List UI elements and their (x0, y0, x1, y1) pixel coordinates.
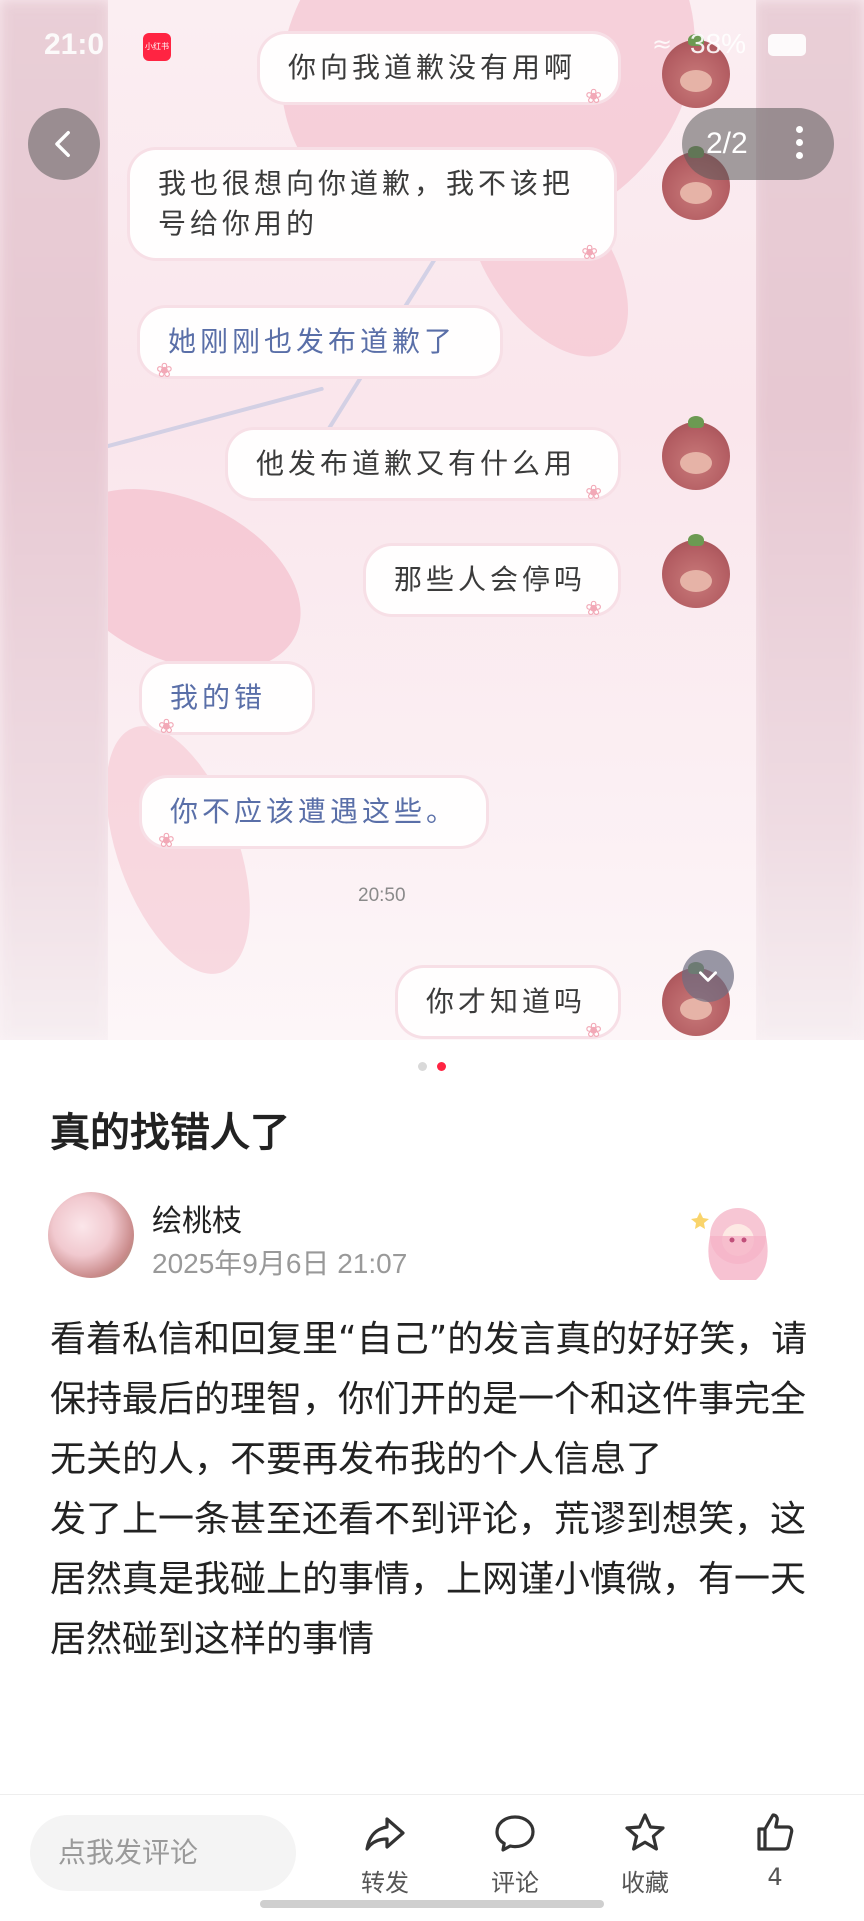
post-body: 看着私信和回复里“自己”的发言真的好好笑，请保持最后的理智，你们开的是一个和这件… (50, 1310, 830, 1670)
app-notification-icon: 小红书 (143, 33, 171, 61)
chat-screenshot-image: 你向我道歉没有用啊 我也很想向你道歉，我不该把号给你用的 她刚刚也发布道歉了 他… (108, 0, 756, 1040)
post-date: 2025年9月6日 21:07 (152, 1248, 408, 1279)
thumbs-up-icon (757, 1813, 794, 1851)
like-button[interactable]: 4 (730, 1809, 820, 1891)
star-icon (625, 1813, 665, 1851)
chat-bubble-received: 我的错 (142, 664, 312, 746)
home-indicator[interactable] (260, 1900, 604, 1908)
status-bar: 21:0 小红书 ≈ 38% (0, 0, 864, 90)
chat-timestamp: 20:50 (358, 885, 406, 906)
chat-message-text: 你不应该遭遇这些。 (170, 795, 459, 828)
wifi-icon: ≈ (652, 30, 673, 58)
battery-icon (768, 34, 806, 56)
chat-message-text: 他发布道歉又有什么用 (256, 447, 577, 480)
chat-bubble-sent: 我也很想向你道歉，我不该把号给你用的 (130, 150, 614, 272)
post-title: 真的找错人了 (50, 1110, 290, 1156)
chevron-down-icon (699, 971, 717, 982)
comment-input[interactable]: 点我发评论 (30, 1815, 296, 1891)
bear-avatar-icon (662, 416, 730, 490)
carousel-dots (0, 1062, 864, 1071)
chat-bubble-received: 她刚刚也发布道歉了 (140, 308, 500, 390)
chat-message-text: 我的错 (170, 681, 267, 714)
anime-girl-sticker-icon (691, 1208, 768, 1280)
like-count: 4 (767, 1863, 783, 1891)
author-name[interactable]: 绘桃枝 (152, 1196, 242, 1240)
back-button[interactable] (28, 108, 100, 180)
share-button[interactable]: 转发 (340, 1809, 430, 1898)
status-time: 21:0 (44, 28, 105, 61)
post-paragraph: 看着私信和回复里“自己”的发言真的好好笑，请保持最后的理智，你们开的是一个和这件… (50, 1319, 808, 1480)
share-label: 转发 (361, 1869, 409, 1897)
image-counter: 2/2 (706, 127, 748, 160)
bear-avatar-icon (662, 534, 730, 608)
chat-message-text: 那些人会停吗 (394, 563, 587, 596)
chat-message-text: 她刚刚也发布道歉了 (168, 325, 457, 358)
collect-label: 收藏 (621, 1869, 669, 1897)
chat-bubble-sent: 那些人会停吗 (366, 546, 618, 628)
chat-message-text: 你才知道吗 (426, 985, 587, 1018)
chat-bubble-sent: 他发布道歉又有什么用 (228, 430, 618, 512)
scroll-down-button[interactable] (682, 950, 734, 1002)
collect-button[interactable]: 收藏 (600, 1809, 690, 1898)
carousel-dot-active[interactable] (437, 1062, 446, 1071)
battery-percent: 38% (690, 28, 747, 59)
comment-label: 评论 (491, 1869, 539, 1897)
post-paragraph: 发了上一条甚至还看不到评论，荒谬到想笑，这居然真是我碰上的事情，上网谨小慎微，有… (50, 1499, 807, 1660)
chevron-left-icon (55, 130, 70, 158)
avatar[interactable] (48, 1192, 134, 1278)
more-options-icon[interactable] (796, 126, 804, 162)
chat-message-text: 我也很想向你道歉，我不该把号给你用的 (158, 167, 575, 240)
chat-bubble-sent: 你才知道吗 (398, 968, 618, 1040)
chat-bubble-received: 你不应该遭遇这些。 (142, 778, 486, 860)
share-icon (365, 1817, 405, 1851)
comment-icon (495, 1815, 535, 1852)
comment-button[interactable]: 评论 (470, 1809, 560, 1898)
image-counter-pill[interactable]: 2/2 (682, 108, 834, 180)
pink-ribbon-decoration (108, 707, 279, 993)
carousel-dot[interactable] (418, 1062, 427, 1071)
